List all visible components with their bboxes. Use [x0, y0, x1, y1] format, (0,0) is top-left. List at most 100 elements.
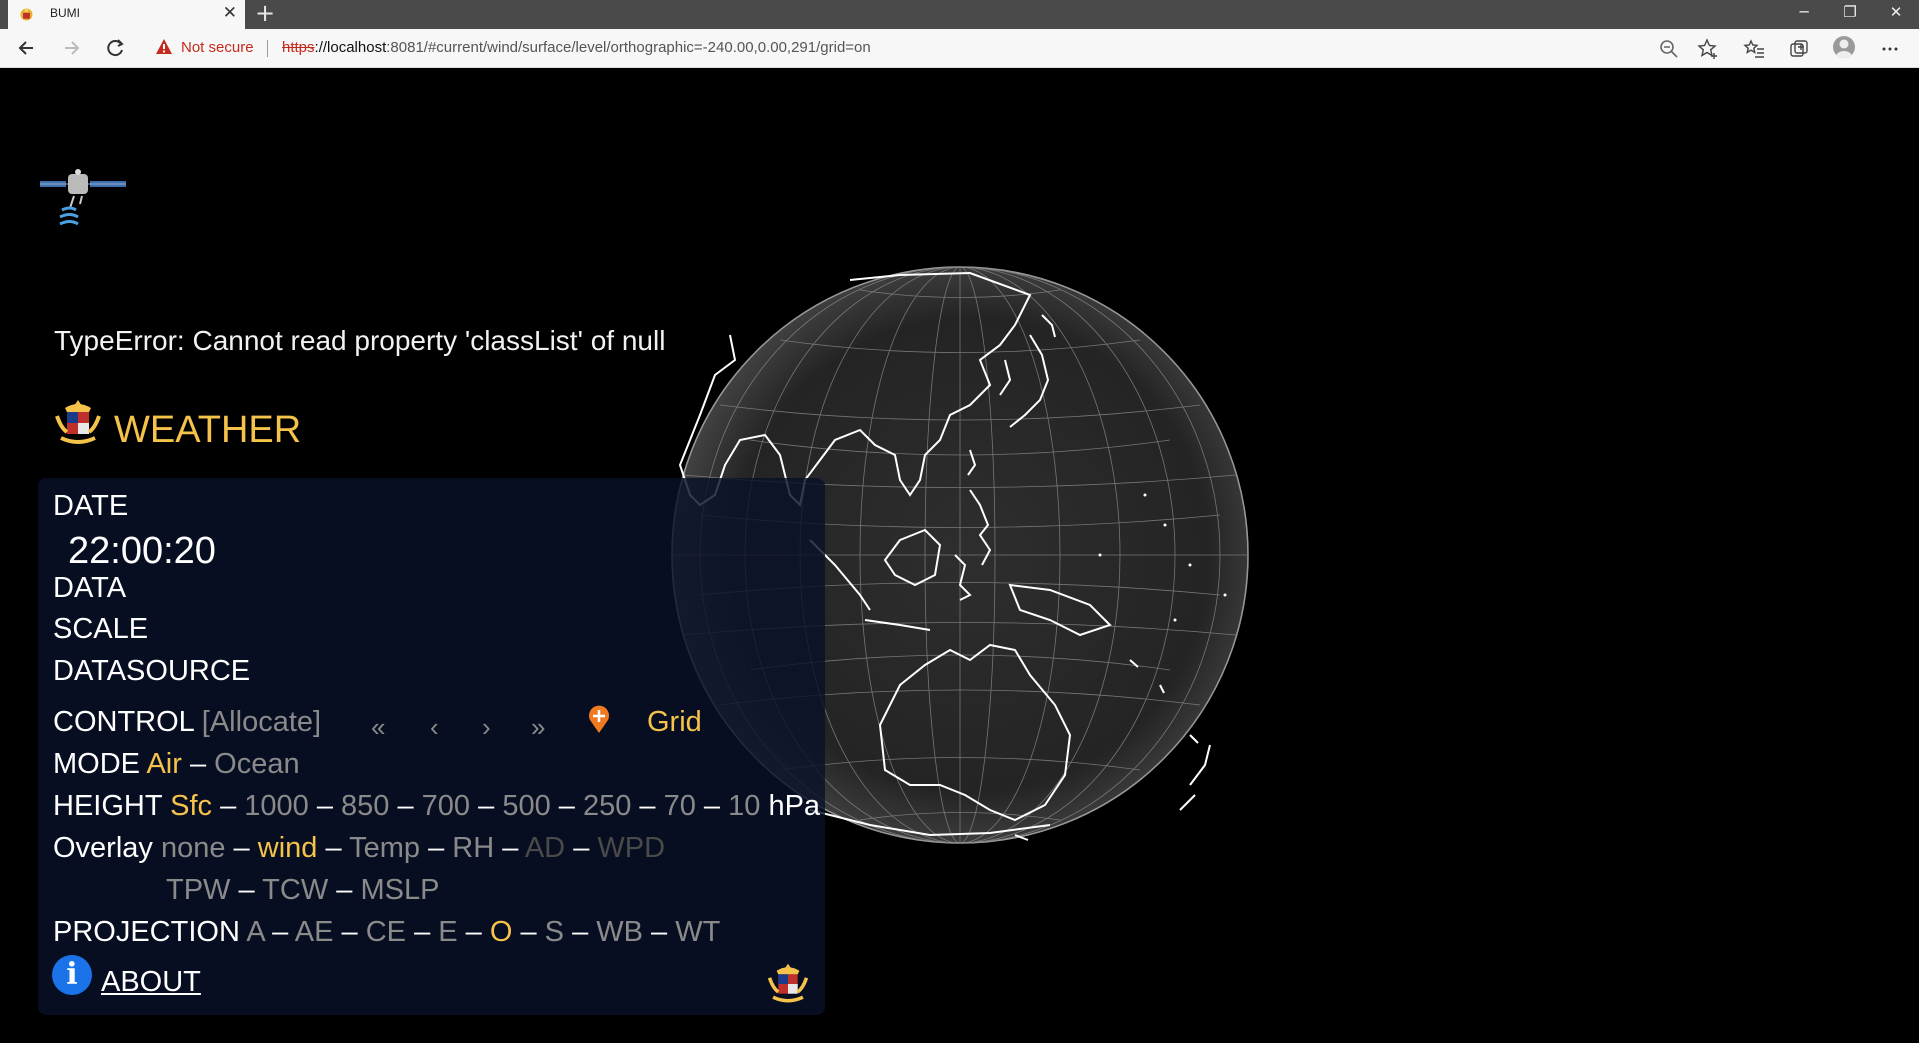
projection-option-e[interactable]: E [438, 916, 457, 948]
option-separator: – [328, 874, 361, 906]
option-separator: – [333, 916, 366, 948]
option-separator: – [565, 832, 598, 864]
projection-option-ae[interactable]: AE [295, 916, 334, 948]
overlay-label: Overlay [53, 832, 153, 864]
allocate-button[interactable]: [Allocate] [202, 706, 321, 738]
height-option-700[interactable]: 700 [422, 790, 470, 822]
favorites-icon[interactable] [1743, 38, 1765, 60]
overlay-row-2: TPW – TCW – MSLP [166, 874, 439, 907]
overlay-options: none – wind – Temp – RH – AD – WPD [161, 832, 665, 864]
profile-avatar-icon[interactable] [1833, 36, 1855, 58]
option-separator: – [225, 832, 258, 864]
nav-last-button[interactable]: » [531, 712, 545, 743]
projection-option-ce[interactable]: CE [366, 916, 406, 948]
option-separator: – [550, 790, 583, 822]
overlay-option-ad: AD [524, 832, 566, 864]
projection-option-s[interactable]: S [545, 916, 564, 948]
url-protocol: https [282, 39, 315, 56]
height-option-850[interactable]: 850 [341, 790, 389, 822]
height-option-sfc[interactable]: Sfc [170, 790, 212, 822]
warning-icon [156, 39, 172, 54]
overlay-option-wpd: WPD [597, 832, 666, 864]
option-separator: – [317, 832, 350, 864]
restore-button[interactable]: ❐ [1827, 0, 1873, 29]
date-label: DATE [53, 490, 129, 522]
satellite-logo-icon [40, 169, 126, 226]
overlay-option-rh[interactable]: RH [452, 832, 494, 864]
mode-option-ocean[interactable]: Ocean [214, 748, 299, 780]
time-readout: 22:00:20 [68, 530, 216, 572]
option-separator: – [564, 916, 597, 948]
height-option-10[interactable]: 10 [728, 790, 760, 822]
location-pin-icon[interactable] [586, 704, 612, 734]
option-separator: – [308, 790, 342, 822]
option-separator: – [512, 916, 545, 948]
tab-title: BUMI [50, 6, 80, 20]
coat-of-arms-small-icon [767, 963, 809, 1003]
height-option-1000[interactable]: 1000 [244, 790, 309, 822]
projection-option-wb[interactable]: WB [596, 916, 643, 948]
add-favorite-icon[interactable] [1697, 38, 1719, 60]
projection-options: A – AE – CE – E – O – S – WB – WT [246, 916, 720, 948]
option-separator: – [420, 832, 453, 864]
control-label: CONTROL [53, 706, 194, 738]
new-tab-button[interactable]: + [255, 0, 275, 27]
close-window-button[interactable]: ✕ [1873, 0, 1919, 29]
refresh-icon[interactable] [101, 35, 129, 61]
browser-tab[interactable]: BUMI ✕ [8, 0, 245, 29]
height-option-70[interactable]: 70 [664, 790, 696, 822]
about-link[interactable]: ABOUT [101, 966, 201, 999]
nav-first-button[interactable]: « [371, 712, 385, 743]
address-separator [267, 40, 268, 57]
height-option-250[interactable]: 250 [583, 790, 631, 822]
info-icon[interactable]: i [52, 955, 92, 995]
forward-arrow-icon[interactable] [57, 35, 85, 61]
tab-strip: BUMI ✕ + ─ ❐ ✕ [0, 0, 1919, 29]
overlay-option-tpw[interactable]: TPW [166, 874, 230, 906]
mode-option-air[interactable]: Air [146, 748, 181, 780]
crest-favicon-icon [20, 8, 33, 21]
mode-row: MODE Air – Ocean [53, 748, 300, 781]
tab-close-icon[interactable]: ✕ [223, 3, 237, 23]
option-separator: – [181, 748, 215, 780]
overlay-row: Overlay none – wind – Temp – RH – AD – W… [53, 832, 665, 865]
option-separator: – [470, 790, 503, 822]
projection-option-wt[interactable]: WT [675, 916, 720, 948]
back-arrow-icon[interactable] [13, 35, 41, 61]
option-separator: – [406, 916, 439, 948]
page-title: WEATHER [114, 409, 302, 451]
url-host: ://localhost [314, 39, 387, 56]
more-menu-icon[interactable] [1879, 38, 1901, 60]
collections-icon[interactable] [1788, 38, 1810, 60]
error-message: TypeError: Cannot read property 'classLi… [54, 325, 666, 356]
projection-option-a[interactable]: A [246, 916, 264, 948]
mode-label: MODE [53, 748, 140, 780]
option-separator: – [264, 916, 295, 948]
url-field[interactable]: https://localhost:8081/#current/wind/sur… [282, 39, 871, 56]
height-option-500[interactable]: 500 [502, 790, 550, 822]
minimize-button[interactable]: ─ [1781, 0, 1827, 29]
overlay-option-mslp[interactable]: MSLP [360, 874, 439, 906]
nav-prev-button[interactable]: ‹ [430, 712, 439, 743]
scale-label: SCALE [53, 613, 149, 645]
grid-toggle[interactable]: Grid [647, 706, 702, 739]
overlay-option-wind[interactable]: wind [258, 832, 318, 864]
coat-of-arms-icon [55, 400, 101, 444]
projection-option-o[interactable]: O [490, 916, 513, 948]
zoom-icon[interactable] [1658, 38, 1680, 60]
overlay-option-none[interactable]: none [161, 832, 226, 864]
overlay-option-tcw[interactable]: TCW [262, 874, 328, 906]
option-separator: – [457, 916, 490, 948]
option-separator: – [494, 832, 525, 864]
option-separator: – [389, 790, 422, 822]
mode-options: Air – Ocean [146, 748, 299, 780]
option-separator: – [230, 874, 263, 906]
not-secure-label[interactable]: Not secure [181, 39, 254, 56]
overlay-option-temp[interactable]: Temp [349, 832, 420, 864]
projection-label: PROJECTION [53, 916, 240, 948]
option-separator: – [642, 916, 676, 948]
overlay-options-2: TPW – TCW – MSLP [166, 874, 439, 906]
height-label: HEIGHT [53, 790, 163, 822]
height-unit: hPa [768, 790, 821, 822]
nav-next-button[interactable]: › [482, 712, 491, 743]
